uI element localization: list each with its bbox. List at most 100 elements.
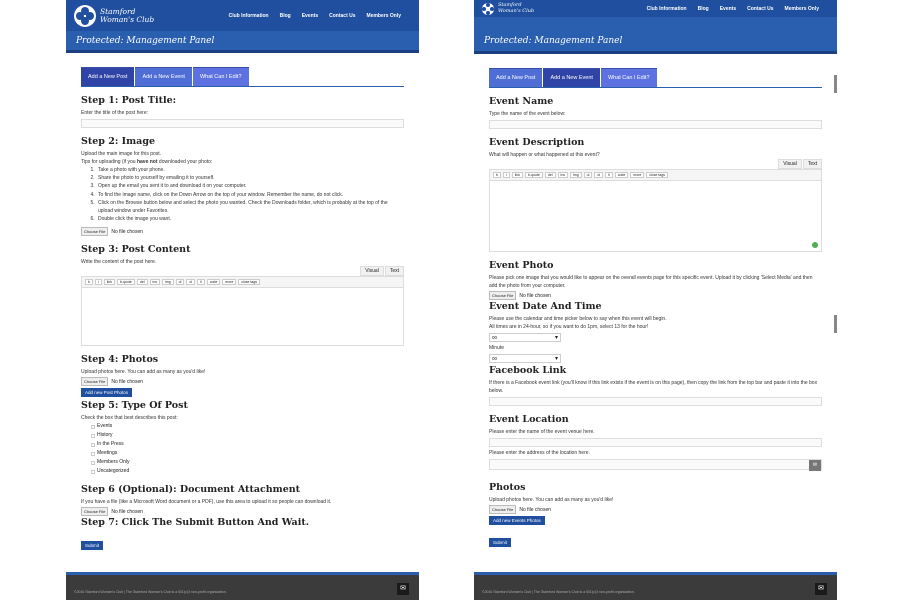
tab-add-event[interactable]: Add a New Event [543,68,600,87]
site-logo[interactable]: Stamford Woman's Club [482,2,534,15]
submit-event-button[interactable]: Submit [489,538,512,547]
checkbox[interactable] [91,469,95,474]
step7-heading: Step 7: Click The Submit Button And Wait… [81,517,310,529]
toolbar-ul-button[interactable]: ul [175,279,185,286]
hour-select[interactable]: 00 [489,333,561,342]
toolbar-bold-button[interactable]: b [493,172,501,178]
step1-heading: Step 1: Post Title: [81,95,177,106]
grammar-check-icon[interactable] [812,242,818,248]
step3-heading: Step 3: Post Content [81,244,191,256]
mail-icon[interactable]: ✉ [397,583,409,595]
checkbox[interactable] [91,442,95,447]
choose-file-button[interactable]: Choose File [489,505,517,514]
post-content-editor[interactable]: b i link b-quote del ins img ul ol li co… [81,276,404,347]
checkbox[interactable] [91,460,95,465]
toolbar-more-button[interactable]: more [630,172,645,178]
scrollbar-thumb[interactable] [834,75,837,93]
file-status: No file chosen [519,292,552,299]
toolbar-italic-button[interactable]: i [502,172,510,178]
toolbar-more-button[interactable]: more [222,279,237,286]
address-input[interactable]: ✉ [489,459,822,471]
panel-tabs: Add a New Post Add a New Event What Can … [81,67,404,87]
nav-members-only[interactable]: Members Only [785,6,819,12]
toolbar-li-button[interactable]: li [605,172,613,178]
category-item[interactable]: Events [91,422,404,431]
add-event-photos-button[interactable]: Add new Events Photos [489,516,545,525]
toolbar-close-tags-button[interactable]: close tags [646,172,669,178]
nav-blog[interactable]: Blog [280,13,291,19]
nav-contact-us[interactable]: Contact Us [329,13,355,19]
mail-icon[interactable]: ✉ [809,460,821,471]
checkbox[interactable] [91,433,95,438]
category-item[interactable]: Members Only [91,458,404,467]
footer-text: ©2016 Stamford Woman's Club | The Stamfo… [482,590,635,594]
toolbar-italic-button[interactable]: i [94,279,102,286]
facebook-link-heading: Facebook Link [489,365,567,376]
toolbar-del-button[interactable]: del [136,279,148,286]
main-nav: Club Information Blog Events Contact Us … [647,6,819,12]
toolbar-code-button[interactable]: code [614,172,629,178]
tab-add-post[interactable]: Add a New Post [81,67,135,86]
venue-hint: Please enter the name of the event venue… [489,429,595,435]
list-item: Click on the Browse button below and sel… [96,199,404,215]
nav-contact-us[interactable]: Contact Us [747,6,773,12]
nav-members-only[interactable]: Members Only [367,13,401,19]
scrollbar-thumb[interactable] [834,315,837,333]
category-item[interactable]: History [91,431,404,440]
checkbox[interactable] [91,424,95,429]
event-name-input[interactable] [489,120,822,129]
choose-file-button[interactable]: Choose File [81,507,109,517]
toolbar-ul-button[interactable]: ul [583,172,593,178]
checkbox[interactable] [91,451,95,456]
category-item[interactable]: Meetings [91,449,404,458]
toolbar-img-button[interactable]: img [162,279,174,286]
toolbar-ins-button[interactable]: ins [557,172,569,178]
nav-club-information[interactable]: Club Information [229,13,269,19]
toolbar-ins-button[interactable]: ins [149,279,161,286]
toolbar-bold-button[interactable]: b [85,279,93,286]
choose-file-button[interactable]: Choose File [81,227,109,237]
mail-icon[interactable]: ✉ [815,583,827,595]
nav-events[interactable]: Events [720,6,736,12]
category-item[interactable]: Uncategorized [91,467,404,476]
category-item[interactable]: In the Press [91,440,404,449]
nav-events[interactable]: Events [302,13,318,19]
site-logo[interactable]: Stamford Woman's Club [74,4,154,27]
toolbar-bquote-button[interactable]: b-quote [117,279,135,286]
toolbar-link-button[interactable]: link [511,172,523,178]
list-item: Double click the image you want. [96,215,404,223]
choose-file-button[interactable]: Choose File [81,377,109,387]
tab-what-can-i-edit[interactable]: What Can I Edit? [600,68,657,87]
tab-what-can-i-edit[interactable]: What Can I Edit? [192,67,249,86]
file-status: No file chosen [111,378,144,385]
event-description-editor[interactable]: b i link b-quote del ins img ul ol li co… [489,169,822,252]
editor-visual-tab[interactable]: Visual [778,159,802,169]
category-label: Uncategorized [97,468,130,475]
minute-select[interactable]: 00 [489,354,561,363]
choose-file-button[interactable]: Choose File [489,291,517,300]
toolbar-ol-button[interactable]: ol [186,279,196,286]
editor-visual-tab[interactable]: Visual [360,266,384,277]
toolbar-close-tags-button[interactable]: close tags [238,279,261,286]
editor-text-tab[interactable]: Text [384,266,404,277]
toolbar-bquote-button[interactable]: b-quote [525,172,543,178]
nav-club-information[interactable]: Club Information [647,6,687,12]
tab-add-post[interactable]: Add a New Post [489,68,543,87]
file-status: No file chosen [111,508,144,515]
toolbar-code-button[interactable]: code [206,279,221,286]
event-date-hint2: All times are in 24-hour, so if you want… [489,324,649,330]
toolbar-li-button[interactable]: li [197,279,205,286]
toolbar-img-button[interactable]: img [570,172,582,178]
add-post-photos-button[interactable]: Add new Post Photos [81,388,133,398]
toolbar-ol-button[interactable]: ol [594,172,604,178]
page-title: Protected: Management Panel [66,31,419,53]
editor-text-tab[interactable]: Text [802,159,822,169]
venue-input[interactable] [489,438,822,447]
toolbar-del-button[interactable]: del [544,172,556,178]
toolbar-link-button[interactable]: link [103,279,115,286]
nav-blog[interactable]: Blog [698,6,709,12]
submit-post-button[interactable]: Submit [81,541,104,551]
facebook-link-input[interactable] [489,397,822,406]
tab-add-event[interactable]: Add a New Event [135,67,192,86]
post-title-input[interactable] [81,119,404,128]
